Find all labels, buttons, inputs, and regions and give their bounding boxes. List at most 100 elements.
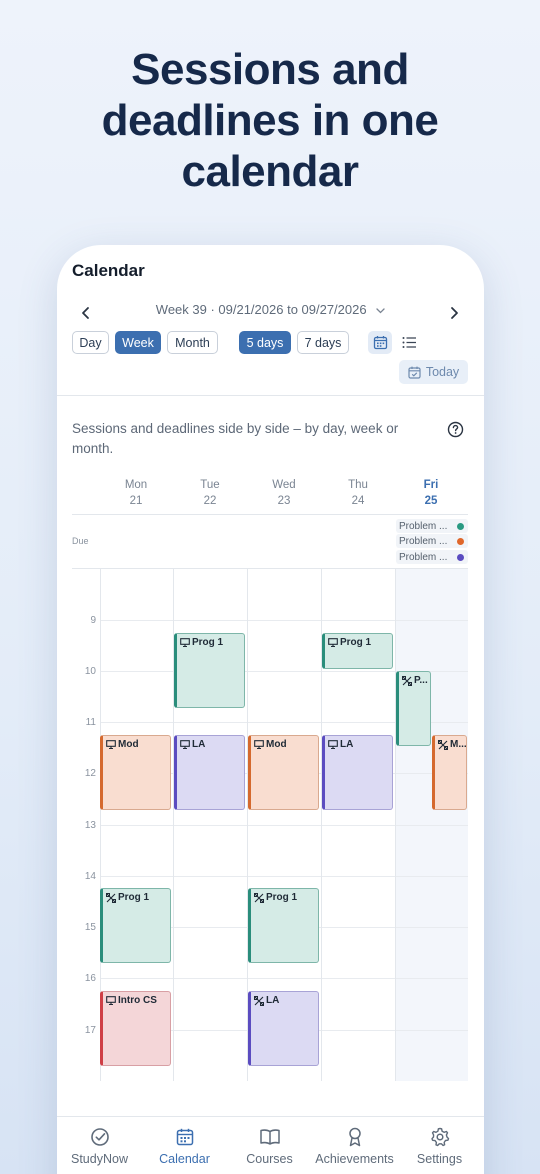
- event-label: P...: [414, 675, 428, 686]
- today-label: Today: [425, 365, 460, 379]
- tab-label: Settings: [416, 1152, 463, 1166]
- headline-line-3: calendar: [181, 147, 359, 196]
- view-month-button[interactable]: Month: [167, 331, 218, 354]
- tab-label: Achievements: [315, 1152, 394, 1166]
- status-dot: [457, 553, 464, 561]
- presentation-icon: [254, 740, 264, 749]
- gear-icon: [430, 1127, 449, 1147]
- day-date: 25: [424, 495, 438, 507]
- status-dot: [457, 537, 464, 545]
- event-block[interactable]: Mod: [248, 735, 319, 810]
- event-label: Prog 1: [340, 637, 372, 648]
- calendar-icon: [176, 1128, 193, 1146]
- range-7-days-button[interactable]: 7 days: [297, 331, 349, 354]
- day-header-divider: [72, 514, 468, 515]
- tab-calendar[interactable]: Calendar: [142, 1125, 227, 1166]
- due-item[interactable]: Problem ...: [396, 550, 468, 564]
- hour-label: 12: [84, 768, 96, 779]
- day-header-thu[interactable]: Thu 24: [321, 477, 395, 509]
- event-block[interactable]: Intro CS: [100, 991, 171, 1066]
- tools-icon: [438, 740, 448, 750]
- tab-label: Calendar: [159, 1152, 210, 1166]
- day-header-wed[interactable]: Wed 23: [247, 477, 321, 509]
- event-block[interactable]: Mod: [100, 735, 171, 810]
- event-label: Prog 1: [266, 892, 298, 903]
- help-button[interactable]: [447, 421, 464, 443]
- hour-label: 10: [84, 666, 96, 677]
- event-label: M...: [450, 739, 467, 750]
- tab-label: StudyNow: [71, 1152, 128, 1166]
- page-title: Calendar: [72, 261, 145, 280]
- tab-label: Courses: [246, 1152, 293, 1166]
- event-block[interactable]: LA: [174, 735, 245, 810]
- week-label: Week 39 · 09/21/2026 to 09/27/2026: [155, 302, 367, 317]
- tab-courses[interactable]: Courses: [227, 1125, 312, 1166]
- headline-line-1: Sessions and: [131, 45, 409, 94]
- event-label: Mod: [118, 739, 139, 750]
- presentation-icon: [180, 638, 190, 647]
- headline-line-2: deadlines in one: [101, 96, 439, 145]
- hour-line: [100, 876, 468, 877]
- today-button[interactable]: Today: [399, 360, 468, 384]
- day-header-fri[interactable]: Fri 25: [394, 477, 468, 509]
- day-name: Tue: [200, 479, 220, 491]
- medal-icon: [348, 1127, 361, 1147]
- tab-studynow[interactable]: StudyNow: [57, 1125, 142, 1166]
- tools-icon: [254, 893, 264, 903]
- phone-screen: Calendar Week 39 · 09/21/2026 to 09/27/2…: [57, 245, 484, 1174]
- event-label: LA: [266, 995, 280, 1006]
- hour-label: 14: [84, 871, 96, 882]
- day-header-tue[interactable]: Tue 22: [173, 477, 247, 509]
- day-date: 22: [203, 495, 217, 507]
- hour-label: 11: [85, 717, 96, 728]
- day-header-mon[interactable]: Mon 21: [99, 477, 173, 509]
- event-block[interactable]: LA: [322, 735, 393, 810]
- headline: Sessions and deadlines in one calendar: [0, 44, 540, 197]
- tools-icon: [402, 676, 412, 686]
- event-block[interactable]: M...: [432, 735, 467, 810]
- tools-icon: [254, 996, 264, 1006]
- event-block[interactable]: Prog 1: [100, 888, 171, 963]
- hour-label: 15: [84, 922, 96, 933]
- due-item-label: Problem ...: [399, 551, 448, 563]
- week-selector[interactable]: Week 39 · 09/21/2026 to 09/27/2026: [57, 302, 484, 317]
- day-name: Thu: [348, 479, 368, 491]
- presentation-icon: [328, 740, 338, 749]
- hour-line: [100, 825, 468, 826]
- question-circle-icon: [447, 421, 464, 438]
- calendar-grid-icon: [373, 336, 387, 350]
- presentation-icon: [180, 740, 190, 749]
- status-dot: [457, 522, 464, 530]
- view-day-button[interactable]: Day: [72, 331, 109, 354]
- presentation-icon: [106, 740, 116, 749]
- tab-bar-divider: [57, 1116, 484, 1117]
- chevron-down-icon: [376, 307, 385, 313]
- calendar-view-toggle[interactable]: [368, 331, 392, 354]
- presentation-icon: [328, 638, 338, 647]
- book-icon: [259, 1129, 280, 1145]
- event-block[interactable]: LA: [248, 991, 319, 1066]
- hour-label: 16: [84, 973, 96, 984]
- tab-achievements[interactable]: Achievements: [312, 1125, 397, 1166]
- tab-settings[interactable]: Settings: [397, 1125, 482, 1166]
- event-block[interactable]: P...: [396, 671, 431, 746]
- day-name: Wed: [272, 479, 296, 491]
- view-week-button[interactable]: Week: [115, 331, 161, 354]
- list-view-toggle[interactable]: [397, 331, 421, 354]
- due-label: Due: [72, 536, 89, 546]
- range-5-days-button[interactable]: 5 days: [239, 331, 291, 354]
- event-block[interactable]: Prog 1: [174, 633, 245, 708]
- day-date: 24: [351, 495, 365, 507]
- calendar-grid[interactable]: 9 10 11 12 13 14 15 16 17 Prog 1 Prog 1 …: [72, 569, 468, 1081]
- next-week-button[interactable]: [442, 301, 466, 325]
- event-label: Prog 1: [118, 892, 150, 903]
- event-block[interactable]: Prog 1: [322, 633, 393, 669]
- due-item-label: Problem ...: [399, 520, 448, 532]
- due-item[interactable]: Problem ...: [396, 519, 468, 533]
- due-item[interactable]: Problem ...: [396, 534, 468, 548]
- event-block[interactable]: Prog 1: [248, 888, 319, 963]
- hour-label: 13: [84, 820, 96, 831]
- hour-label: 9: [90, 615, 96, 626]
- day-name: Fri: [423, 479, 439, 491]
- header-divider: [57, 395, 484, 396]
